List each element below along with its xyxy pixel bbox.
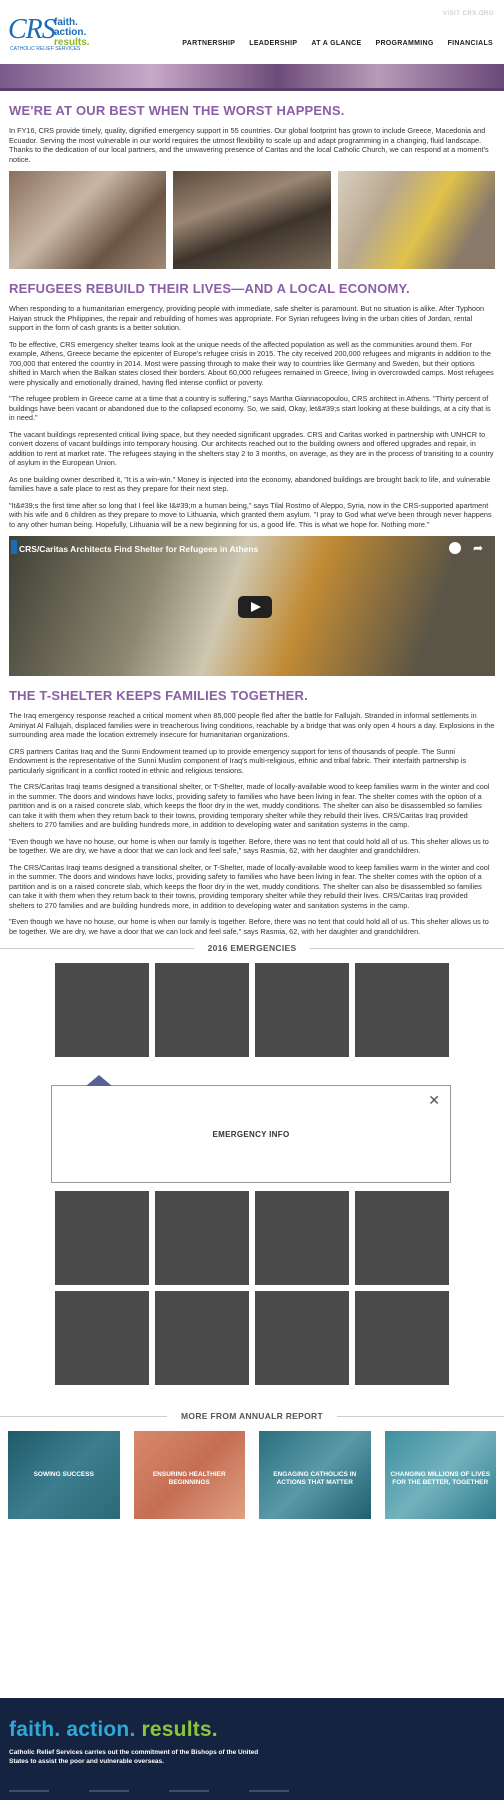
nav-at-a-glance[interactable]: AT A GLANCE (304, 40, 368, 47)
paragraph: "Even though we have no house, our home … (9, 836, 489, 856)
emergency-tile[interactable] (155, 1291, 249, 1385)
emergency-tile[interactable] (55, 1291, 149, 1385)
visit-crs-link[interactable]: VISIT CRS.ORG (443, 11, 494, 17)
footer-nav-item[interactable] (9, 1790, 49, 1792)
emergency-tile[interactable] (255, 963, 349, 1057)
main-nav: PARTNERSHIP LEADERSHIP AT A GLANCE PROGR… (175, 40, 500, 47)
emergency-grid-top (0, 963, 504, 1057)
header-banner-image (0, 64, 504, 88)
card-changing-millions[interactable]: CHANGING MILLIONS OF LIVES FOR THE BETTE… (384, 1431, 496, 1519)
photo-bedroom (9, 171, 167, 269)
photo-strip (9, 171, 495, 269)
video-title[interactable]: CRS/Caritas Architects Find Shelter for … (19, 544, 258, 554)
nav-financials[interactable]: FINANCIALS (441, 40, 500, 47)
close-icon[interactable]: ✕ (428, 1092, 440, 1109)
paragraph: In FY16, CRS provide timely, quality, di… (9, 126, 489, 164)
divider (336, 1415, 504, 1417)
card-label: CHANGING MILLIONS OF LIVES FOR THE BETTE… (390, 1471, 491, 1486)
paragraph: When responding to a humanitarian emerge… (9, 304, 485, 332)
section-title-best: WE'RE AT OUR BEST WHEN THE WORST HAPPENS… (9, 103, 345, 118)
emergency-tile[interactable] (155, 1191, 249, 1285)
emergency-tile[interactable] (255, 1291, 349, 1385)
slogan-results: results. (141, 1718, 218, 1741)
emergency-tile[interactable] (155, 963, 249, 1057)
card-sowing-success[interactable]: SOWING SUCCESS (8, 1431, 120, 1519)
logo-text: CRS (8, 14, 56, 45)
footer-nav-item[interactable] (249, 1790, 289, 1792)
emergency-tile[interactable] (255, 1191, 349, 1285)
paragraph: The Iraq emergency response reached a cr… (9, 711, 495, 739)
divider (0, 947, 194, 949)
section-title-refugees: REFUGEES REBUILD THEIR LIVES—AND A LOCAL… (9, 281, 410, 296)
paragraph: The CRS/Caritas Iraqi teams designed a t… (9, 862, 490, 910)
footer-nav (9, 1790, 289, 1792)
slogan-faith: faith. (9, 1718, 61, 1741)
nav-partnership[interactable]: PARTNERSHIP (175, 40, 242, 47)
emergency-tile[interactable] (55, 1191, 149, 1285)
paragraph: As one building owner described it, "It … (9, 474, 491, 494)
emergency-tile[interactable] (55, 963, 149, 1057)
panel-pointer (86, 1075, 112, 1086)
paragraph: The CRS/Caritas Iraqi teams designed a t… (9, 782, 490, 829)
crs-logo[interactable]: CRS faith. action. results. CATHOLIC REL… (8, 14, 118, 54)
photo-workers (337, 171, 495, 269)
channel-logo (11, 540, 17, 554)
paragraph: CRS partners Caritas Iraq and the Sunni … (9, 746, 467, 775)
card-label: SOWING SUCCESS (33, 1471, 94, 1478)
emergency-info-panel: ✕ EMERGENCY INFO (51, 1075, 451, 1183)
card-engaging-catholics[interactable]: ENGAGING CATHOLICS IN ACTIONS THAT MATTE… (259, 1431, 371, 1519)
emergencies-title: 2016 EMERGENCIES (207, 943, 297, 953)
share-icon[interactable]: ➦ (473, 541, 483, 555)
more-title: MORE FROM ANNUALR REPORT (181, 1411, 323, 1421)
emergencies-header: 2016 EMERGENCIES (0, 943, 504, 953)
footer-slogan: faith. action. results. (9, 1718, 218, 1742)
emergency-tile[interactable] (355, 1291, 449, 1385)
photo-family-room (173, 171, 331, 269)
site-footer: faith. action. results. Catholic Relief … (0, 1698, 504, 1800)
card-healthier-beginnings[interactable]: ENSURING HEALTHIER BEGINNINGS (133, 1431, 245, 1519)
card-label: ENSURING HEALTHIER BEGINNINGS (152, 1471, 226, 1486)
header-divider (0, 88, 504, 91)
divider (310, 947, 504, 949)
emergency-grid-bottom (0, 1191, 504, 1385)
emergency-info-label: EMERGENCY INFO (212, 1130, 290, 1139)
footer-nav-item[interactable] (89, 1790, 129, 1792)
paragraph: "Even though we have no house, our home … (9, 917, 489, 936)
section-title-tshelter: THE T-SHELTER KEEPS FAMILIES TOGETHER. (9, 688, 308, 703)
footer-mission: Catholic Relief Services carries out the… (9, 1749, 259, 1765)
nav-programming[interactable]: PROGRAMMING (368, 40, 440, 47)
more-cards: SOWING SUCCESS ENSURING HEALTHIER BEGINN… (0, 1431, 504, 1519)
card-label: ENGAGING CATHOLICS IN ACTIONS THAT MATTE… (273, 1471, 357, 1486)
video-player[interactable]: CRS/Caritas Architects Find Shelter for … (9, 536, 495, 676)
paragraph: The vacant buildings represented critica… (9, 429, 494, 468)
logo-subtitle: CATHOLIC RELIEF SERVICES (10, 46, 81, 52)
paragraph: "The refugee problem in Greece came at a… (9, 394, 491, 422)
more-header: MORE FROM ANNUALR REPORT (0, 1411, 504, 1421)
slogan-action: action. (66, 1718, 136, 1741)
nav-leadership[interactable]: LEADERSHIP (242, 40, 304, 47)
footer-nav-item[interactable] (169, 1790, 209, 1792)
emergency-tile[interactable] (355, 1191, 449, 1285)
paragraph: "It&#39;s the first time after so long t… (9, 500, 492, 529)
play-button[interactable] (238, 596, 272, 618)
paragraph: To be effective, CRS emergency shelter t… (9, 339, 494, 387)
watch-later-icon[interactable] (449, 542, 461, 554)
divider (0, 1415, 168, 1417)
emergency-tile[interactable] (355, 963, 449, 1057)
site-header: CRS faith. action. results. CATHOLIC REL… (0, 0, 504, 60)
main-content: WE'RE AT OUR BEST WHEN THE WORST HAPPENS… (0, 103, 504, 936)
